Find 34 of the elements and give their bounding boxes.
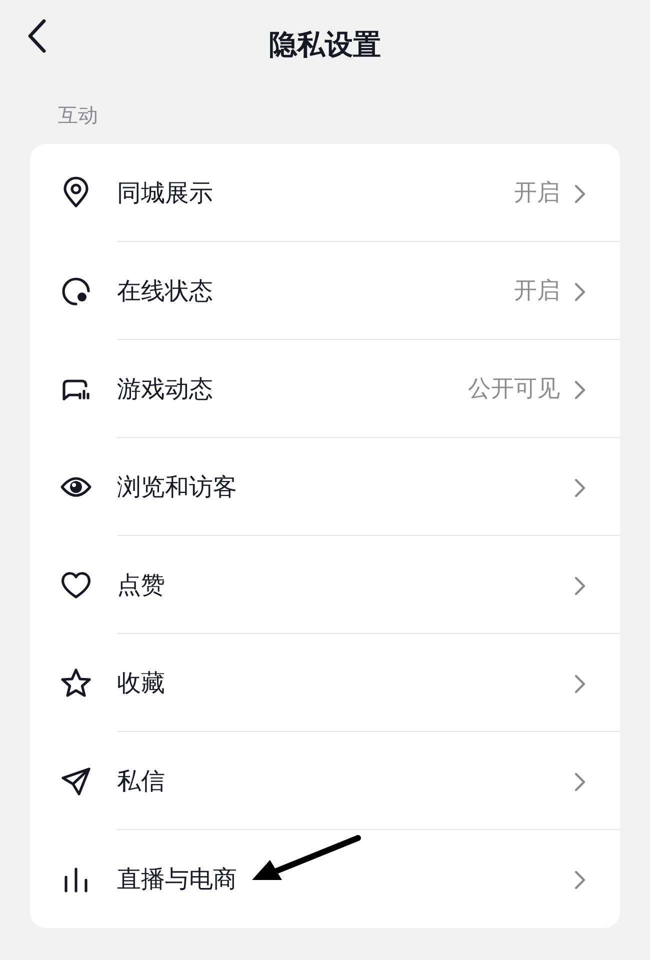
settings-row[interactable]: 游戏动态 公开可见 bbox=[30, 340, 620, 438]
row-value: 公开可见 bbox=[468, 374, 560, 404]
star-icon bbox=[60, 667, 92, 699]
row-label: 收藏 bbox=[117, 668, 166, 699]
online-status-icon bbox=[60, 275, 92, 307]
settings-row[interactable]: 在线状态 开启 bbox=[30, 242, 620, 340]
row-label: 直播与电商 bbox=[117, 864, 238, 895]
chevron-right-icon bbox=[574, 184, 586, 204]
row-label: 同城展示 bbox=[117, 178, 214, 209]
row-value: 开启 bbox=[514, 178, 560, 208]
settings-row[interactable]: 浏览和访客 bbox=[30, 438, 620, 536]
settings-row[interactable]: 收藏 bbox=[30, 634, 620, 732]
row-label: 浏览和访客 bbox=[117, 472, 238, 503]
chevron-right-icon bbox=[574, 380, 586, 400]
settings-row[interactable]: 点赞 bbox=[30, 536, 620, 634]
settings-row[interactable]: 直播与电商 bbox=[30, 830, 620, 928]
section-label: 互动 bbox=[57, 102, 99, 129]
page-title: 隐私设置 bbox=[269, 27, 381, 63]
chevron-right-icon bbox=[574, 282, 586, 302]
chevron-right-icon bbox=[574, 870, 586, 890]
back-button[interactable] bbox=[26, 18, 48, 54]
chevron-right-icon bbox=[574, 772, 586, 792]
row-label: 私信 bbox=[117, 766, 166, 797]
chevron-right-icon bbox=[574, 478, 586, 498]
row-label: 游戏动态 bbox=[117, 374, 214, 405]
heart-icon bbox=[60, 569, 92, 601]
send-icon bbox=[60, 765, 92, 797]
chevron-right-icon bbox=[574, 674, 586, 694]
settings-row[interactable]: 同城展示 开启 bbox=[30, 144, 620, 242]
row-value: 开启 bbox=[514, 276, 560, 306]
row-label: 在线状态 bbox=[117, 276, 214, 307]
settings-row[interactable]: 私信 bbox=[30, 732, 620, 830]
row-label: 点赞 bbox=[117, 570, 166, 601]
chevron-right-icon bbox=[574, 576, 586, 596]
